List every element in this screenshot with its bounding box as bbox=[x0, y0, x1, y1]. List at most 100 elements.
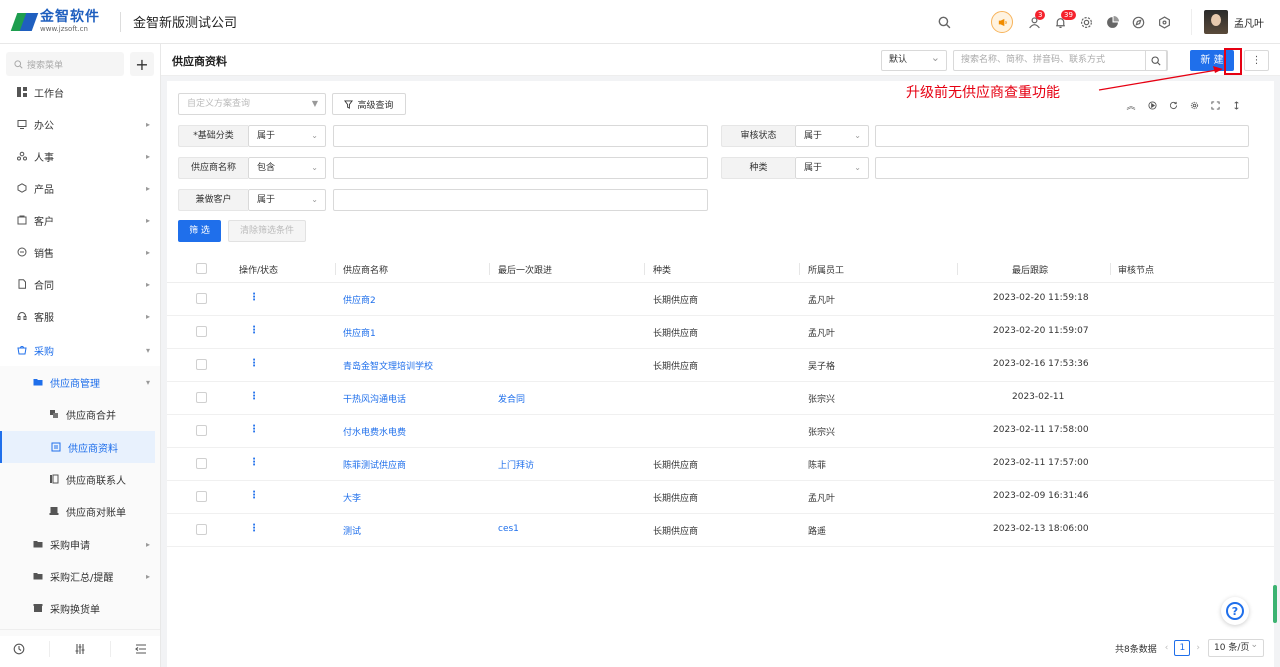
sidebar-item-contract[interactable]: 合同 ▸ bbox=[0, 268, 160, 300]
sidebar-item-purchase-summary[interactable]: 采购汇总/提醒 ▸ bbox=[0, 560, 160, 592]
sidebar-item-supplier-info[interactable]: 供应商资料 bbox=[0, 431, 155, 463]
column-header[interactable]: 最后一次跟进 bbox=[498, 263, 552, 276]
table-row[interactable]: ⋮ 大李 长期供应商 孟凡叶 2023-02-09 16:31:46 bbox=[167, 481, 1274, 514]
prev-page-icon[interactable]: ‹ bbox=[1165, 643, 1169, 653]
filter-op-kind[interactable]: 属于 ⌄ bbox=[795, 157, 869, 179]
user-menu[interactable]: 孟凡叶 bbox=[1191, 9, 1264, 35]
column-header[interactable]: 审核节点 bbox=[1118, 263, 1154, 276]
sidebar-item-supplier-merge[interactable]: 供应商合并 bbox=[0, 398, 160, 430]
broadcast-icon[interactable] bbox=[991, 11, 1013, 33]
row-checkbox[interactable] bbox=[196, 359, 207, 370]
supplier-name-link[interactable]: 干热风沟通电话 bbox=[343, 392, 406, 405]
table-row[interactable]: ⋮ 供应商2 长期供应商 孟凡叶 2023-02-20 11:59:18 bbox=[167, 283, 1274, 316]
row-actions-icon[interactable]: ⋮ bbox=[249, 358, 259, 369]
help-button[interactable]: ? bbox=[1221, 597, 1249, 625]
search-icon[interactable] bbox=[931, 9, 957, 35]
scheme-select[interactable]: 自定义方案查询 ▼ bbox=[178, 93, 326, 115]
sidebar-item-supplier-management[interactable]: 供应商管理 ▾ bbox=[0, 366, 160, 398]
sidebar-item-purchase-exchange[interactable]: 采购换货单 bbox=[0, 592, 160, 624]
row-actions-icon[interactable]: ⋮ bbox=[249, 292, 259, 303]
filter-input-audit-status[interactable] bbox=[875, 125, 1249, 147]
clear-filter-button[interactable]: 清除筛选条件 bbox=[228, 220, 306, 242]
chart-icon[interactable] bbox=[1099, 9, 1125, 35]
sidebar-item-supplier-statement[interactable]: 供应商对账单 bbox=[0, 495, 160, 527]
column-header[interactable]: 所属员工 bbox=[808, 263, 844, 276]
row-checkbox[interactable] bbox=[196, 491, 207, 502]
row-actions-icon[interactable]: ⋮ bbox=[249, 523, 259, 534]
settings-icon[interactable] bbox=[1073, 9, 1099, 35]
filter-op-base-category[interactable]: 属于 ⌄ bbox=[248, 125, 326, 147]
filter-input-base-category[interactable] bbox=[333, 125, 708, 147]
row-checkbox[interactable] bbox=[196, 293, 207, 304]
collapse-menu-icon[interactable] bbox=[134, 642, 148, 656]
row-checkbox[interactable] bbox=[196, 392, 207, 403]
row-checkbox[interactable] bbox=[196, 326, 207, 337]
compass-icon[interactable] bbox=[1125, 9, 1151, 35]
supplier-name-link[interactable]: 陈菲测试供应商 bbox=[343, 458, 406, 471]
view-select[interactable]: 默认 bbox=[881, 48, 947, 71]
add-menu-button[interactable]: + bbox=[130, 52, 154, 76]
row-checkbox[interactable] bbox=[196, 458, 207, 469]
settings-icon[interactable] bbox=[1184, 99, 1204, 111]
refresh-icon[interactable] bbox=[1163, 99, 1183, 111]
supplier-name-link[interactable]: 青岛金智文理培训学校 bbox=[343, 359, 433, 372]
table-row[interactable]: ⋮ 陈菲测试供应商 上门拜访 长期供应商 陈菲 2023-02-11 17:57… bbox=[167, 448, 1274, 481]
history-icon[interactable] bbox=[12, 642, 26, 656]
sidebar-item-product[interactable]: 产品 ▸ bbox=[0, 172, 160, 204]
cube-icon[interactable] bbox=[1151, 9, 1177, 35]
sidebar-item-hr[interactable]: 人事 ▸ bbox=[0, 140, 160, 172]
column-header[interactable]: 最后跟踪 bbox=[1012, 263, 1048, 276]
cell-followup[interactable]: 上门拜访 bbox=[498, 458, 534, 471]
sidebar-item-supplier-contacts[interactable]: 供应商联系人 bbox=[0, 463, 160, 495]
row-checkbox[interactable] bbox=[196, 425, 207, 436]
table-row[interactable]: ⋮ 青岛金智文理培训学校 长期供应商 吴子格 2023-02-16 17:53:… bbox=[167, 349, 1274, 382]
play-icon[interactable] bbox=[1142, 99, 1162, 111]
sidebar-item-workbench[interactable]: 工作台 bbox=[0, 76, 160, 108]
sidebar-item-purchase-request[interactable]: 采购申请 ▸ bbox=[0, 528, 160, 560]
filter-button[interactable]: 筛 选 bbox=[178, 220, 221, 242]
advanced-query-button[interactable]: 高级查询 bbox=[332, 93, 406, 115]
supplier-name-link[interactable]: 付水电费水电费 bbox=[343, 425, 406, 438]
filter-op-audit-status[interactable]: 属于 ⌄ bbox=[795, 125, 869, 147]
filter-op-supplier-name[interactable]: 包含 ⌄ bbox=[248, 157, 326, 179]
filter-input-supplier-name[interactable] bbox=[333, 157, 708, 179]
supplier-name-link[interactable]: 大李 bbox=[343, 491, 361, 504]
supplier-name-link[interactable]: 测试 bbox=[343, 524, 361, 537]
collapse-up-icon[interactable]: ︽ bbox=[1121, 99, 1141, 112]
row-actions-icon[interactable]: ⋮ bbox=[249, 424, 259, 435]
sidebar-item-office[interactable]: 办公 ▸ bbox=[0, 108, 160, 140]
table-row[interactable]: ⋮ 付水电费水电费 张宗兴 2023-02-11 17:58:00 bbox=[167, 415, 1274, 448]
filter-input-also-customer[interactable] bbox=[333, 189, 708, 211]
row-actions-icon[interactable]: ⋮ bbox=[249, 391, 259, 402]
fullscreen-icon[interactable] bbox=[1205, 99, 1225, 111]
menu-search-input[interactable]: 搜索菜单 bbox=[6, 52, 124, 76]
filter-op-also-customer[interactable]: 属于 ⌄ bbox=[248, 189, 326, 211]
contacts-icon[interactable]: 3 bbox=[1021, 9, 1047, 35]
column-header[interactable]: 供应商名称 bbox=[343, 263, 388, 276]
row-actions-icon[interactable]: ⋮ bbox=[249, 325, 259, 336]
column-header[interactable]: 种类 bbox=[653, 263, 671, 276]
row-checkbox[interactable] bbox=[196, 524, 207, 535]
cell-followup[interactable]: 发合同 bbox=[498, 392, 525, 405]
table-row[interactable]: ⋮ 干热风沟通电话 发合同 张宗兴 2023-02-11 bbox=[167, 382, 1274, 415]
sidebar-item-sales[interactable]: 销售 ▸ bbox=[0, 236, 160, 268]
column-height-icon[interactable] bbox=[1226, 99, 1246, 111]
select-all-checkbox[interactable] bbox=[196, 263, 207, 274]
bell-icon[interactable]: 39 bbox=[1047, 9, 1076, 35]
sidebar-item-purchase[interactable]: 采购 ▾ bbox=[0, 334, 160, 366]
logo[interactable]: 金智软件 www.jzsoft.cn bbox=[10, 10, 110, 33]
more-actions-button[interactable]: ⋮ bbox=[1244, 50, 1269, 71]
page-size-select[interactable]: 10 条/页 bbox=[1208, 637, 1264, 657]
tune-icon[interactable] bbox=[73, 642, 87, 656]
row-actions-icon[interactable]: ⋮ bbox=[249, 457, 259, 468]
supplier-name-link[interactable]: 供应商1 bbox=[343, 326, 376, 339]
table-row[interactable]: ⋮ 供应商1 长期供应商 孟凡叶 2023-02-20 11:59:07 bbox=[167, 316, 1274, 349]
filter-input-kind[interactable] bbox=[875, 157, 1249, 179]
column-header[interactable]: 操作/状态 bbox=[239, 263, 278, 276]
next-page-icon[interactable]: › bbox=[1196, 643, 1200, 653]
scroll-indicator[interactable] bbox=[1273, 585, 1277, 623]
sidebar-item-service[interactable]: 客服 ▸ bbox=[0, 300, 160, 332]
cell-followup[interactable]: ces1 bbox=[498, 524, 519, 534]
table-row[interactable]: ⋮ 测试 ces1 长期供应商 路遥 2023-02-13 18:06:00 bbox=[167, 514, 1274, 547]
sidebar-item-customer[interactable]: 客户 ▸ bbox=[0, 204, 160, 236]
